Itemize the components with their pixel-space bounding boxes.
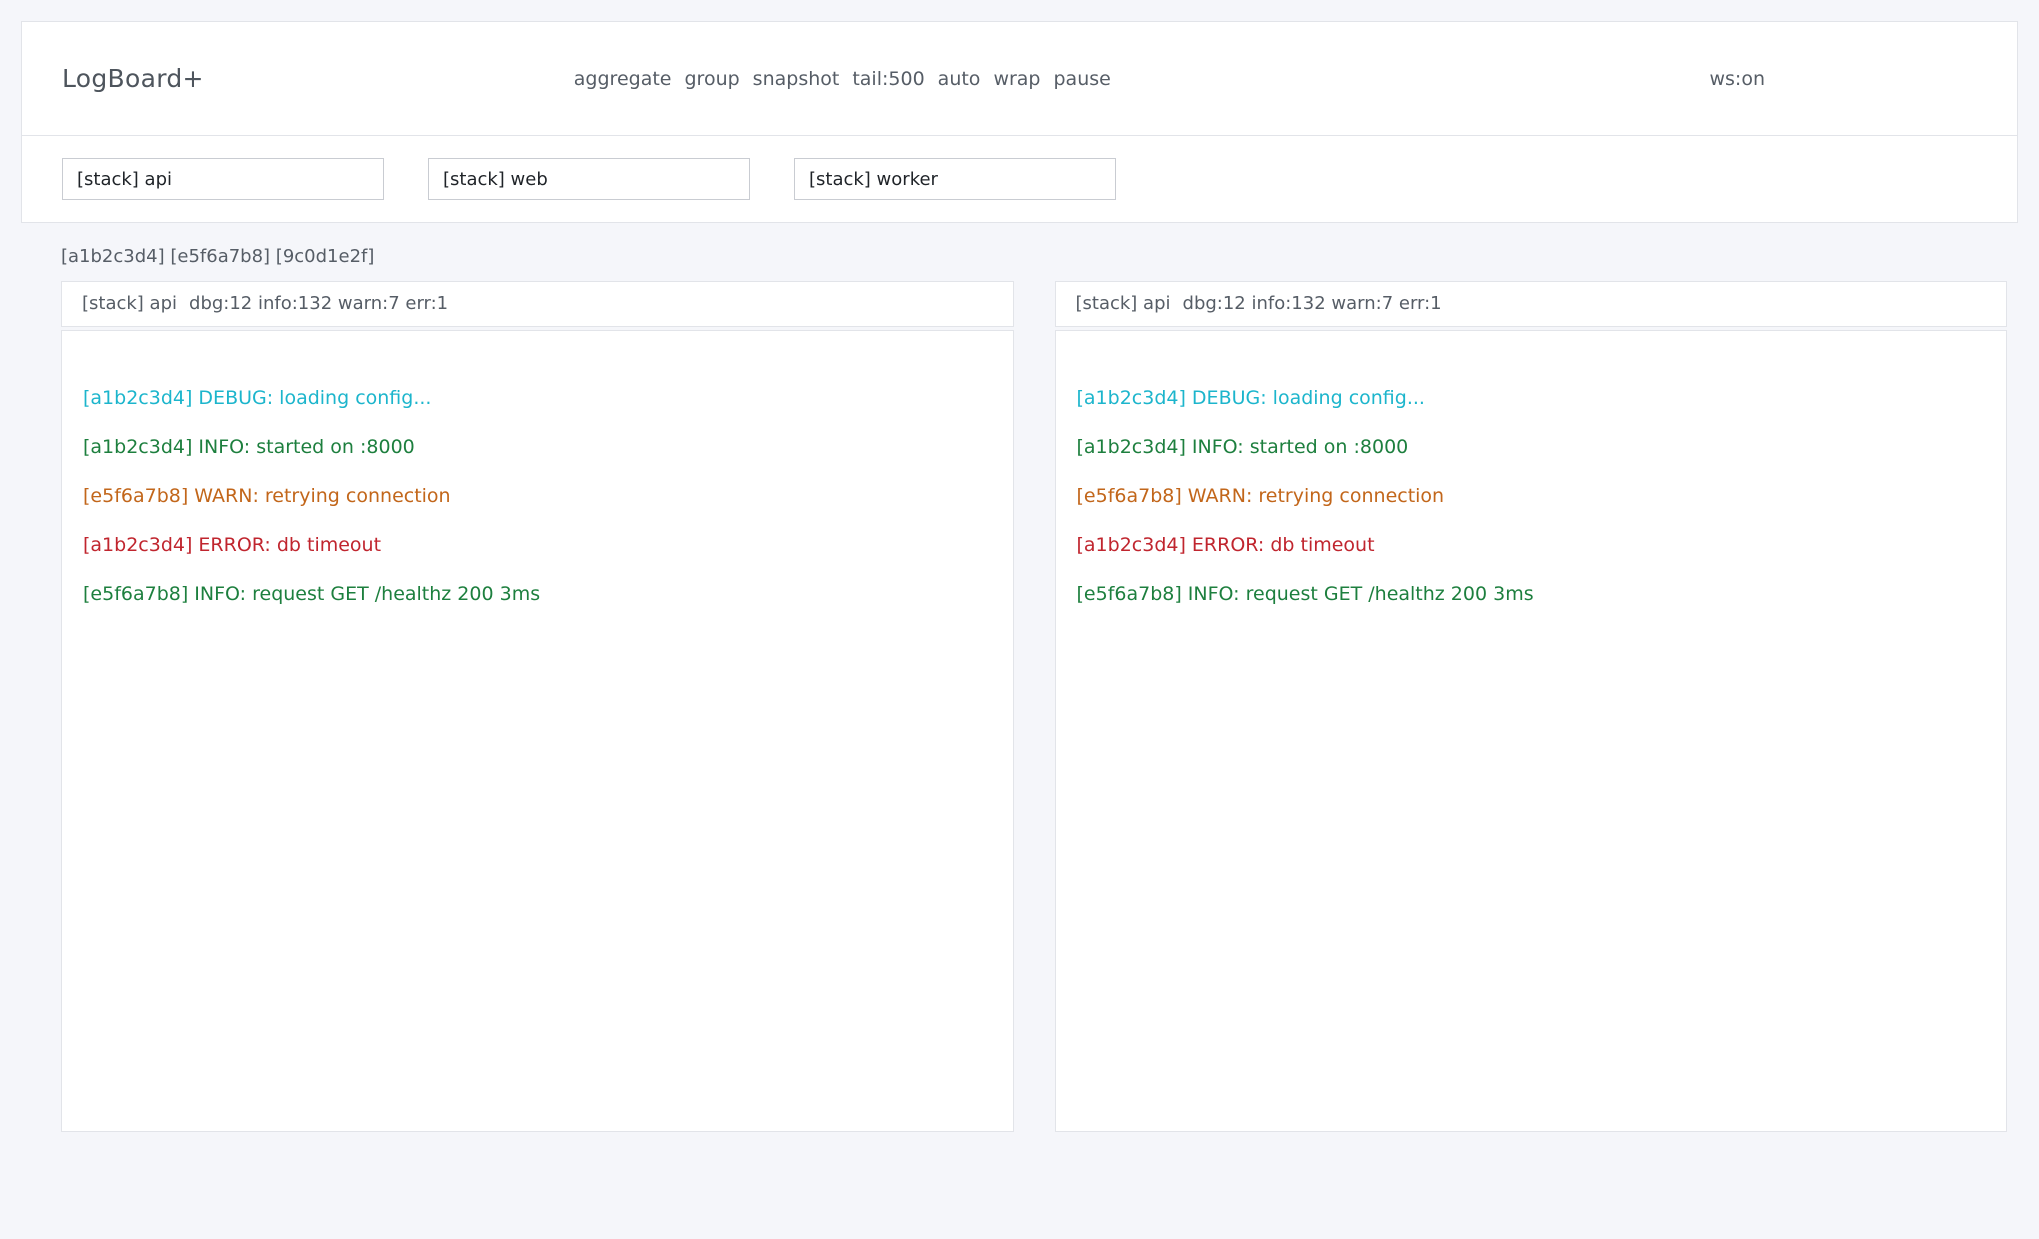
app-chrome: LogBoard+ aggregate group snapshot tail:500… — [21, 21, 2018, 223]
filter-bar — [22, 136, 2017, 222]
log-line-warn: [e5f6a7b8] WARN: retrying connection — [83, 483, 992, 509]
log-line-debug: [a1b2c3d4] DEBUG: loading config... — [1077, 385, 1986, 411]
log-line-debug: [a1b2c3d4] DEBUG: loading config... — [83, 385, 992, 411]
panel-source: [stack] api — [82, 293, 177, 314]
menu-item-pause[interactable]: pause — [1054, 68, 1111, 90]
log-panel-1: [stack] apidbg:12 info:132 warn:7 err:1[… — [1055, 281, 2008, 1132]
panel-stats: dbg:12 info:132 warn:7 err:1 — [189, 293, 448, 314]
log-panel-0: [stack] apidbg:12 info:132 warn:7 err:1[… — [61, 281, 1014, 1132]
log-line-warn: [e5f6a7b8] WARN: retrying connection — [1077, 483, 1986, 509]
log-line-error: [a1b2c3d4] ERROR: db timeout — [1077, 532, 1986, 558]
trace-ids: [a1b2c3d4] [e5f6a7b8] [9c0d1e2f] — [61, 246, 374, 267]
panel-header: [stack] api dbg:12 info:132 warn:7 err:1 — [61, 281, 1014, 327]
log-body[interactable]: [a1b2c3d4] DEBUG: loading config... [a1b2… — [1055, 330, 2008, 1132]
menu: aggregate group snapshot tail:500 auto wrappa… — [574, 68, 1111, 90]
menu-item-wrap[interactable]: wrap — [993, 68, 1040, 90]
filter-input-2[interactable] — [794, 158, 1116, 200]
log-line-info: [e5f6a7b8] INFO: request GET /healthz 20… — [1077, 581, 1986, 607]
filter-input-0[interactable] — [62, 158, 384, 200]
menu-item-aggregate[interactable]: aggregate — [574, 68, 672, 90]
panels: [stack] apidbg:12 info:132 warn:7 err:1[… — [61, 281, 2007, 1132]
panel-source: [stack] api — [1076, 293, 1171, 314]
panel-header: [stack] api dbg:12 info:132 warn:7 err:1 — [1055, 281, 2008, 327]
log-line-info: [a1b2c3d4] INFO: started on :8000 — [83, 434, 992, 460]
menu-item-snapshot[interactable]: snapshot — [753, 68, 840, 90]
top-bar: LogBoard+ aggregate group snapshot tail:500… — [22, 22, 2017, 136]
menu-item-auto[interactable]: auto — [938, 68, 981, 90]
panel-stats: dbg:12 info:132 warn:7 err:1 — [1183, 293, 1442, 314]
log-line-info: [a1b2c3d4] INFO: started on :8000 — [1077, 434, 1986, 460]
app-title: LogBoard+ — [62, 64, 204, 93]
log-line-info: [e5f6a7b8] INFO: request GET /healthz 20… — [83, 581, 992, 607]
log-line-error: [a1b2c3d4] ERROR: db timeout — [83, 532, 992, 558]
log-body[interactable]: [a1b2c3d4] DEBUG: loading config... [a1b2… — [61, 330, 1014, 1132]
filter-input-1[interactable] — [428, 158, 750, 200]
menu-item-tail-500[interactable]: tail:500 — [852, 68, 924, 90]
menu-item-group[interactable]: group — [684, 68, 739, 90]
ws-status[interactable]: ws:on — [1709, 68, 1765, 90]
